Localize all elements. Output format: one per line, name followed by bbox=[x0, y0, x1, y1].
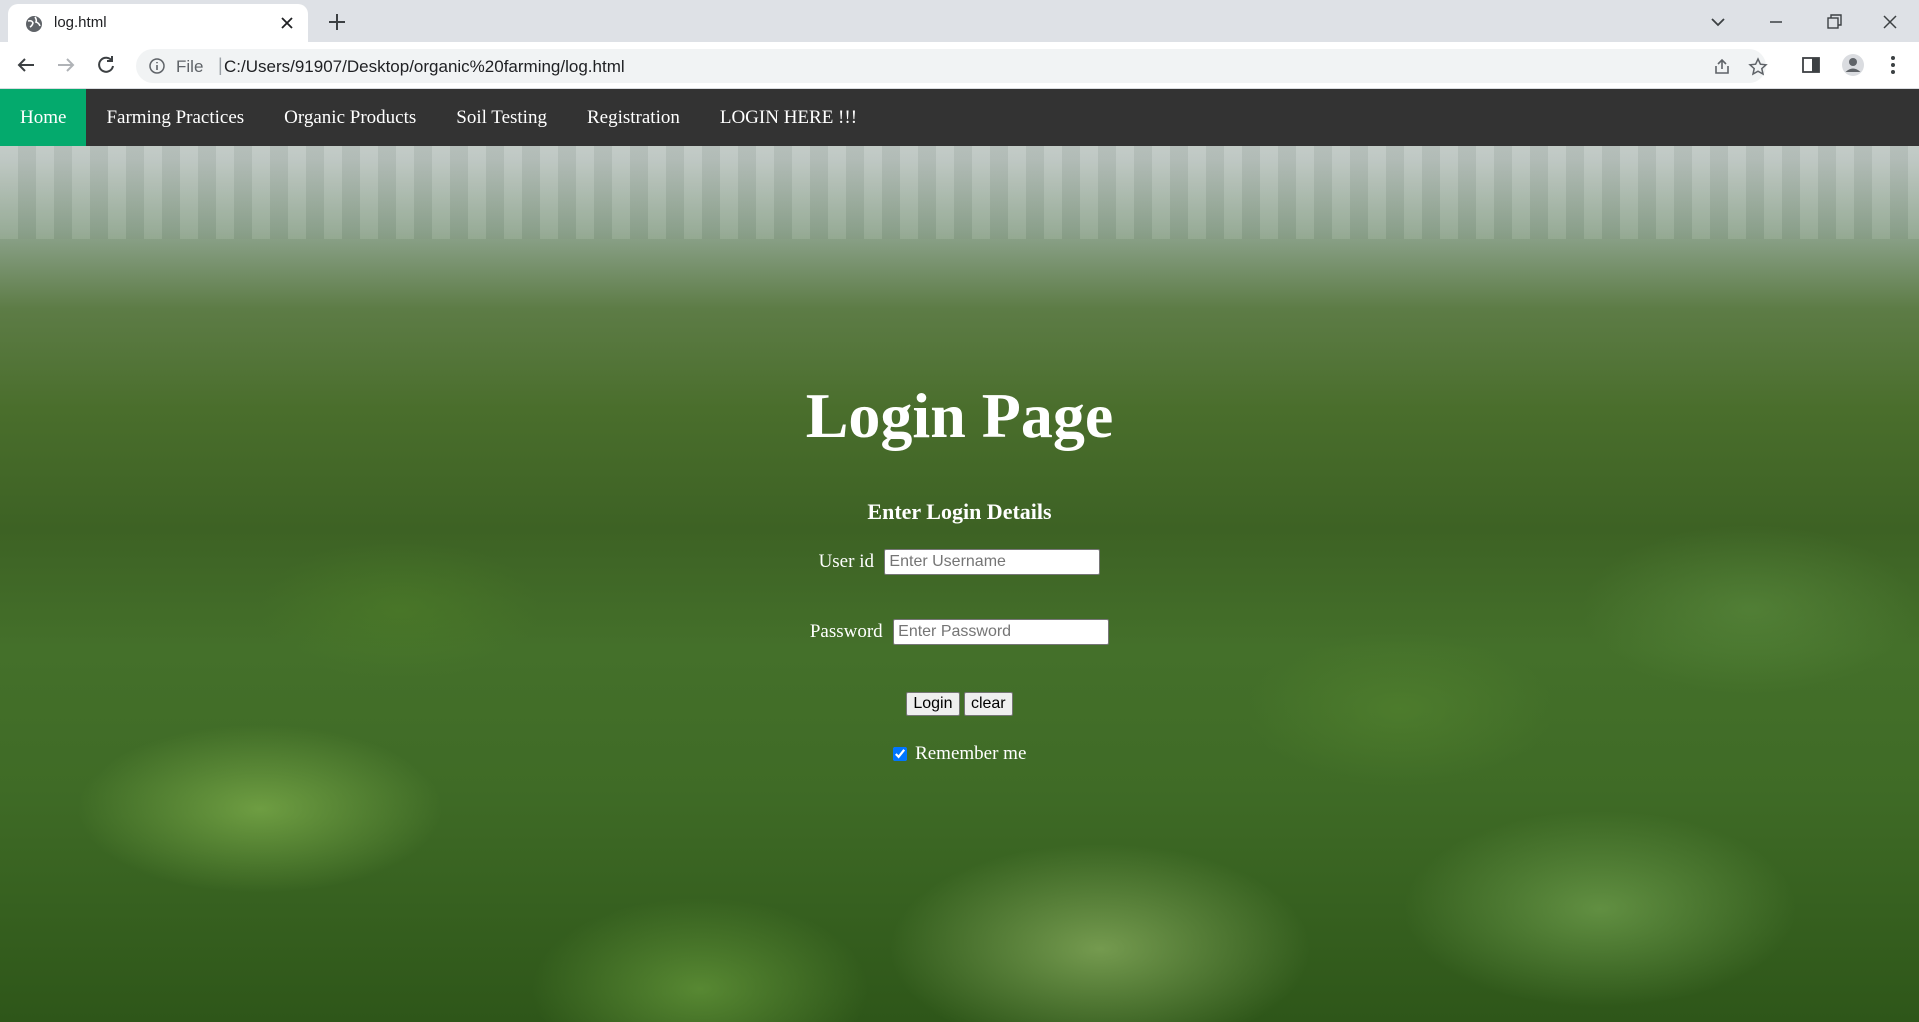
password-label: Password bbox=[809, 621, 883, 642]
side-panel-icon[interactable] bbox=[1798, 52, 1824, 78]
nav-home[interactable]: Home bbox=[0, 89, 87, 146]
menu-kebab-icon[interactable] bbox=[1880, 52, 1906, 78]
clear-button[interactable]: clear bbox=[963, 692, 1013, 716]
globe-icon bbox=[26, 16, 42, 32]
top-navigation: Home Farming Practices Organic Products … bbox=[0, 89, 1919, 146]
nav-login-here[interactable]: LOGIN HERE !!! bbox=[700, 89, 877, 146]
scheme-label: File bbox=[176, 57, 204, 76]
password-row: Password bbox=[0, 619, 1919, 645]
userid-input[interactable] bbox=[884, 549, 1101, 575]
form-subtitle: Enter Login Details bbox=[867, 499, 1052, 524]
info-icon[interactable] bbox=[148, 57, 166, 75]
remember-checkbox[interactable] bbox=[892, 747, 907, 761]
browser-toolbar: File | C:/Users/91907/Desktop/organic%20… bbox=[0, 42, 1919, 89]
nav-farming-practices[interactable]: Farming Practices bbox=[86, 89, 264, 146]
url-text[interactable]: C:/Users/91907/Desktop/organic%20farming… bbox=[224, 57, 625, 77]
address-separator: | bbox=[218, 55, 223, 75]
nav-soil-testing[interactable]: Soil Testing bbox=[436, 89, 567, 146]
password-input[interactable] bbox=[893, 619, 1110, 645]
button-row: Login clear bbox=[0, 692, 1919, 716]
nav-organic-products[interactable]: Organic Products bbox=[264, 89, 436, 146]
page-viewport: Home Farming Practices Organic Products … bbox=[0, 89, 1919, 1022]
close-icon[interactable] bbox=[278, 14, 296, 32]
userid-row: User id bbox=[0, 549, 1919, 575]
address-bar[interactable]: File | C:/Users/91907/Desktop/organic%20… bbox=[136, 49, 1768, 83]
login-button[interactable]: Login bbox=[906, 692, 960, 716]
bookmark-star-icon[interactable] bbox=[1748, 57, 1768, 77]
page-title: Login Page bbox=[805, 380, 1114, 451]
restore-icon[interactable] bbox=[1820, 8, 1848, 36]
userid-label: User id bbox=[818, 551, 874, 572]
nav-registration[interactable]: Registration bbox=[567, 89, 700, 146]
tab-title: log.html bbox=[54, 14, 107, 31]
forward-arrow-icon[interactable] bbox=[52, 51, 80, 79]
back-arrow-icon[interactable] bbox=[12, 51, 40, 79]
share-icon[interactable] bbox=[1712, 57, 1732, 77]
remember-label: Remember me bbox=[915, 743, 1027, 764]
reload-icon[interactable] bbox=[92, 51, 120, 79]
window-close-icon[interactable] bbox=[1876, 8, 1904, 36]
profile-avatar-icon[interactable] bbox=[1840, 52, 1866, 78]
tab-search-icon[interactable] bbox=[1704, 8, 1732, 36]
new-tab-icon[interactable] bbox=[324, 9, 350, 35]
browser-tab[interactable]: log.html bbox=[8, 4, 308, 42]
browser-tabstrip: log.html bbox=[0, 0, 1919, 42]
minimize-icon[interactable] bbox=[1762, 8, 1790, 36]
remember-row: Remember me bbox=[0, 743, 1919, 765]
